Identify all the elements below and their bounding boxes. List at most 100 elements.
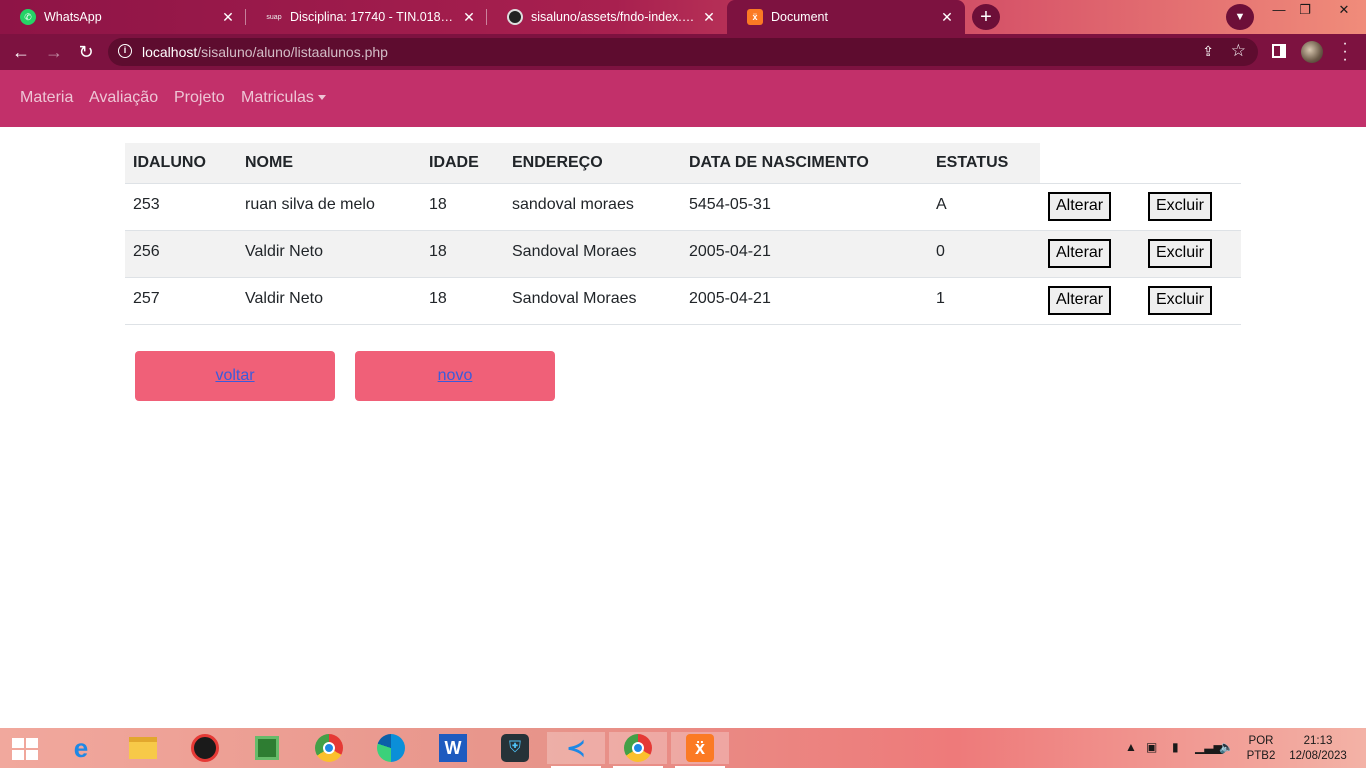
github-icon: [507, 9, 523, 25]
caret-down-icon: [317, 95, 326, 101]
alterar-button[interactable]: Alterar: [1048, 191, 1112, 221]
volume-icon[interactable]: 🔈: [1219, 740, 1234, 754]
cell-nome: Valdir Neto: [237, 229, 421, 277]
cell-nome: Valdir Neto: [237, 276, 421, 325]
cell-id: 256: [125, 229, 237, 277]
browser-tab-disciplina[interactable]: suap Disciplina: 17740 - TIN.0184 - Pro …: [246, 0, 487, 34]
edge-icon[interactable]: [375, 732, 407, 764]
xampp-icon: ẍ: [747, 9, 763, 25]
bookmark-star-icon[interactable]: ☆: [1231, 41, 1246, 61]
header-idaluno: IDALUNO: [125, 143, 237, 183]
nav-link-materia[interactable]: Materia: [20, 89, 73, 107]
page-navbar: Materia Avaliação Projeto Matriculas: [0, 70, 1366, 127]
nav-link-projeto[interactable]: Projeto: [174, 89, 225, 107]
clock-time: 21:13: [1303, 735, 1333, 747]
alterar-button[interactable]: Alterar: [1048, 238, 1112, 268]
cell-nascimento: 5454-05-31: [681, 182, 928, 230]
cell-idade: 18: [421, 182, 504, 230]
header-blank: [1040, 143, 1140, 183]
cell-idade: 18: [421, 229, 504, 277]
tab-title: Document: [771, 10, 828, 24]
keyboard-layout: PTB2: [1246, 750, 1276, 762]
share-icon[interactable]: ⇪: [1202, 43, 1214, 60]
whatsapp-icon: ✆: [20, 9, 36, 25]
chrome-icon[interactable]: [313, 732, 345, 764]
xampp-icon[interactable]: ẍ: [671, 732, 729, 768]
cell-edit: Alterar: [1040, 276, 1140, 325]
address-bar[interactable]: i localhost/sisaluno/aluno/listaalunos.p…: [108, 38, 1258, 66]
excluir-button[interactable]: Excluir: [1148, 191, 1213, 221]
close-tab-icon[interactable]: ✕: [701, 9, 717, 26]
clock[interactable]: 21:13 12/08/2023: [1286, 734, 1350, 764]
close-tab-icon[interactable]: ✕: [220, 9, 236, 26]
alterar-button[interactable]: Alterar: [1048, 285, 1112, 315]
browser-toolbar: ← → ↻ i localhost/sisaluno/aluno/listaal…: [0, 34, 1366, 70]
game-launcher-icon[interactable]: [189, 732, 221, 764]
voltar-link[interactable]: voltar: [215, 367, 254, 384]
site-info-icon[interactable]: i: [118, 44, 132, 58]
show-hidden-icons-icon[interactable]: ▲: [1125, 740, 1137, 754]
restore-icon[interactable]: ❐: [1290, 0, 1320, 22]
cell-delete: Excluir: [1140, 229, 1241, 277]
cell-status: 0: [928, 229, 1040, 277]
nav-dropdown-matriculas[interactable]: Matriculas: [241, 89, 326, 107]
cell-delete: Excluir: [1140, 182, 1241, 230]
nav-link-avaliacao[interactable]: Avaliação: [89, 89, 158, 107]
browser-tab-whatsapp[interactable]: ✆ WhatsApp ✕: [0, 0, 246, 34]
profile-avatar[interactable]: [1301, 41, 1323, 63]
file-explorer-icon[interactable]: [127, 732, 159, 764]
header-data-nascimento: DATA DE NASCIMENTO: [681, 143, 928, 183]
network-error-icon[interactable]: ▣: [1146, 740, 1157, 754]
url-host: localhost: [142, 44, 198, 60]
clock-date: 12/08/2023: [1289, 750, 1347, 762]
novo-link[interactable]: novo: [438, 367, 473, 384]
cell-nome: ruan silva de melo: [237, 182, 421, 230]
chrome-icon[interactable]: [609, 732, 667, 768]
word-icon[interactable]: W: [437, 732, 469, 764]
excluir-button[interactable]: Excluir: [1148, 285, 1213, 315]
cell-idade: 18: [421, 276, 504, 325]
microsoft-store-icon[interactable]: [251, 732, 283, 764]
forward-arrow-icon[interactable]: →: [42, 40, 66, 64]
tab-search-button[interactable]: ▼: [1226, 4, 1254, 30]
shield-app-icon[interactable]: ⛨: [499, 732, 531, 764]
cell-id: 257: [125, 276, 237, 325]
cell-endereco: Sandoval Moraes: [504, 276, 681, 325]
back-arrow-icon[interactable]: ←: [9, 40, 33, 64]
url-path: /sisaluno/aluno/listaalunos.php: [197, 44, 388, 60]
cell-status: A: [928, 182, 1040, 230]
header-estatus: ESTATUS: [928, 143, 1040, 183]
suap-icon: suap: [266, 13, 282, 21]
voltar-button[interactable]: voltar: [135, 351, 335, 401]
reload-icon[interactable]: ↻: [74, 40, 98, 64]
close-window-icon[interactable]: ✕: [1324, 0, 1364, 22]
browser-tab-document[interactable]: ẍ Document ✕: [727, 0, 965, 34]
table-header-row: IDALUNO NOME IDADE ENDEREÇO DATA DE NASC…: [125, 143, 1241, 183]
cell-nascimento: 2005-04-21: [681, 229, 928, 277]
close-tab-icon[interactable]: ✕: [461, 9, 477, 26]
tab-title: WhatsApp: [44, 10, 102, 24]
windows-start-icon[interactable]: [12, 738, 38, 760]
vscode-icon[interactable]: ≺: [547, 732, 605, 768]
browser-tab-strip: ✆ WhatsApp ✕ suap Disciplina: 17740 - TI…: [0, 0, 1366, 34]
browser-menu-icon[interactable]: · · ·: [1338, 36, 1352, 68]
battery-icon[interactable]: ▮: [1172, 740, 1179, 754]
cell-edit: Alterar: [1040, 182, 1140, 230]
input-language[interactable]: POR PTB2: [1244, 734, 1278, 764]
dropdown-label: Matriculas: [241, 89, 314, 106]
excluir-button[interactable]: Excluir: [1148, 238, 1213, 268]
table-row: 253 ruan silva de melo 18 sandoval morae…: [125, 182, 1241, 230]
novo-button[interactable]: novo: [355, 351, 555, 401]
close-tab-icon[interactable]: ✕: [939, 9, 955, 26]
address-url[interactable]: localhost/sisaluno/aluno/listaalunos.php: [142, 44, 388, 60]
browser-tab-sisaluno[interactable]: sisaluno/assets/fndo-index.webp ✕: [487, 0, 727, 34]
header-idade: IDADE: [421, 143, 504, 183]
new-tab-button[interactable]: +: [972, 4, 1000, 30]
students-table: IDALUNO NOME IDADE ENDEREÇO DATA DE NASC…: [125, 143, 1241, 325]
tab-title: sisaluno/assets/fndo-index.webp: [531, 10, 695, 24]
side-panel-icon[interactable]: [1272, 44, 1286, 58]
cell-status: 1: [928, 276, 1040, 325]
windows-taskbar: e W ⛨ ≺ ẍ ▲ ▣ ▮ ▁▃▅ 🔈 POR PTB2 21:13 12/…: [0, 728, 1366, 768]
cell-edit: Alterar: [1040, 229, 1140, 277]
internet-explorer-icon[interactable]: e: [65, 732, 97, 764]
